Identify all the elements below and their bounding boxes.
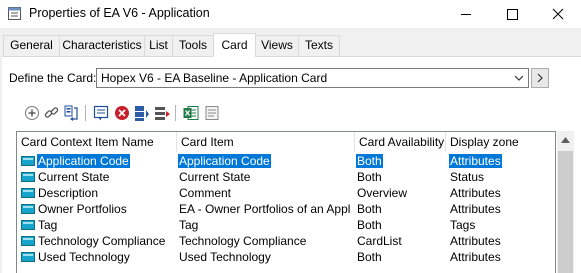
card-availability: Both [357, 250, 382, 264]
card-item: Current State [179, 170, 251, 184]
card-item-icon [21, 204, 35, 214]
table-row[interactable]: Application Code Application Code Both A… [17, 153, 555, 169]
display-zone: Attributes [449, 154, 502, 168]
card-availability: Both [357, 218, 382, 232]
card-availability: Both [356, 154, 383, 168]
context-item-name: Application Code [37, 154, 130, 168]
context-item-name: Tag [38, 218, 58, 232]
define-card-label: Define the Card: [9, 71, 97, 85]
export-excel-icon[interactable] [182, 104, 200, 122]
card-item: Comment [179, 186, 232, 200]
tab-list[interactable]: List [144, 35, 173, 56]
card-item-icon [21, 156, 35, 166]
context-item-name: Technology Compliance [38, 234, 166, 248]
column-header-display-zone[interactable]: Display zone [446, 132, 555, 152]
open-card-button[interactable] [531, 68, 549, 88]
card-definition-value: Hopex V6 - EA Baseline - Application Car… [101, 71, 328, 85]
card-item: EA - Owner Portfolios of an Appli [179, 202, 350, 216]
display-zone: Status [450, 170, 485, 184]
context-item-name: Current State [38, 170, 110, 184]
tab-views[interactable]: Views [255, 35, 299, 56]
display-zone: Tags [450, 218, 476, 232]
scroll-up-arrow-icon[interactable] [561, 137, 570, 143]
column-header-card-availability[interactable]: Card Availability [355, 132, 446, 152]
toolbar-separator [175, 105, 176, 121]
tab-texts[interactable]: Texts [298, 35, 340, 56]
display-zone: Attributes [450, 250, 501, 264]
add-icon[interactable] [23, 104, 41, 122]
card-item-icon [21, 252, 35, 262]
chevron-down-icon [514, 75, 524, 81]
context-item-name: Description [38, 186, 99, 200]
maximize-button[interactable] [489, 0, 535, 28]
display-zone: Attributes [450, 234, 501, 248]
tab-tools[interactable]: Tools [172, 35, 214, 56]
card-item-icon [21, 188, 35, 198]
display-zone: Attributes [450, 186, 501, 200]
card-toolbar [20, 104, 260, 126]
table-row[interactable]: Description Comment Overview Attributes [17, 185, 555, 201]
minimize-button[interactable] [443, 0, 489, 28]
tab-card[interactable]: Card [213, 33, 256, 57]
card-definition-dropdown[interactable]: Hopex V6 - EA Baseline - Application Car… [96, 68, 529, 88]
chevron-right-icon [537, 73, 543, 83]
card-availability: Both [357, 202, 382, 216]
delete-icon[interactable] [113, 104, 131, 122]
context-item-name: Owner Portfolios [38, 202, 127, 216]
window-title: Properties of EA V6 - Application [29, 6, 210, 20]
properties-window-icon [8, 7, 21, 20]
card-availability: Both [357, 170, 382, 184]
table-row[interactable]: Technology Compliance Technology Complia… [17, 233, 555, 249]
card-item-icon [21, 236, 35, 246]
scrollbar-thumb[interactable] [558, 151, 573, 273]
card-item: Technology Compliance [179, 234, 307, 248]
context-item-name: Used Technology [38, 250, 130, 264]
card-item-icon [21, 220, 35, 230]
tab-general[interactable]: General [3, 35, 60, 56]
table-row[interactable]: Owner Portfolios EA - Owner Portfolios o… [17, 201, 555, 217]
tab-strip: General Characteristics List Tools Card … [0, 33, 581, 57]
reorder-icon[interactable] [133, 104, 151, 122]
card-availability: Overview [357, 186, 408, 200]
card-items-table[interactable]: Card Context Item Name Card Item Card Av… [16, 131, 556, 273]
card-item: Tag [179, 218, 199, 232]
card-item: Used Technology [179, 250, 271, 264]
connect-icon[interactable] [63, 104, 81, 122]
report-icon[interactable] [203, 104, 221, 122]
sort-icon[interactable] [153, 104, 171, 122]
close-button[interactable] [535, 0, 581, 28]
link-icon[interactable] [43, 104, 61, 122]
vertical-scrollbar[interactable] [557, 131, 574, 273]
column-header-context-item-name[interactable]: Card Context Item Name [17, 132, 177, 152]
table-row[interactable]: Tag Tag Both Tags [17, 217, 555, 233]
properties-icon[interactable] [92, 104, 110, 122]
table-row[interactable]: Used Technology Used Technology Both Att… [17, 249, 555, 265]
card-item-icon [21, 172, 35, 182]
table-row[interactable]: Current State Current State Both Status [17, 169, 555, 185]
card-availability: CardList [357, 234, 402, 248]
card-item: Application Code [178, 154, 271, 168]
table-header: Card Context Item Name Card Item Card Av… [17, 132, 555, 153]
title-bar: Properties of EA V6 - Application [0, 0, 581, 28]
display-zone: Attributes [450, 202, 501, 216]
tab-characteristics[interactable]: Characteristics [59, 35, 145, 56]
toolbar-separator [85, 105, 86, 121]
column-header-card-item[interactable]: Card Item [177, 132, 355, 152]
